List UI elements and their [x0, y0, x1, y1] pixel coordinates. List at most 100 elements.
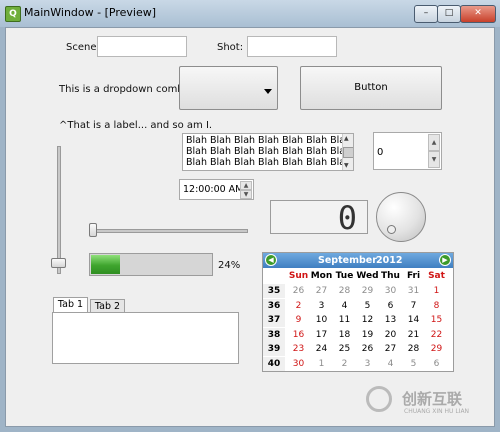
calendar-day[interactable]: 5: [356, 299, 379, 313]
calendar-day[interactable]: 4: [379, 357, 402, 371]
calendar-widget[interactable]: ◀ September 2012 ▶ Sun Mon Tue Wed Thu Fri Sat…: [262, 252, 454, 372]
dial[interactable]: [376, 192, 426, 242]
calendar-day[interactable]: 28: [333, 284, 356, 298]
calendar-day-header: Sat: [428, 271, 445, 281]
calendar-day-header: Fri: [406, 271, 421, 281]
tab-pane: [52, 312, 239, 364]
text-edit[interactable]: Blah Blah Blah Blah Blah Blah Blah Blah …: [182, 133, 354, 171]
watermark-subtext: CHUANG XIN HU LIAN: [404, 408, 470, 415]
calendar-day[interactable]: 31: [402, 284, 425, 298]
calendar-day[interactable]: 16: [287, 328, 310, 342]
time-down-arrow-icon[interactable]: ▼: [240, 190, 252, 199]
next-month-arrow-icon[interactable]: ▶: [439, 254, 451, 266]
calendar-week-number: 37: [263, 313, 285, 327]
calendar-week-number: 39: [263, 342, 285, 356]
scene-input[interactable]: [97, 36, 187, 57]
calendar-day[interactable]: 15: [425, 313, 448, 327]
calendar-day[interactable]: 18: [333, 328, 356, 342]
progress-text: 24%: [218, 260, 241, 271]
calendar-day[interactable]: 3: [356, 357, 379, 371]
calendar-day[interactable]: 27: [379, 342, 402, 356]
calendar-day[interactable]: 3: [310, 299, 333, 313]
previous-month-arrow-icon[interactable]: ◀: [265, 254, 277, 266]
text-line: Blah Blah Blah Blah Blah Blah Blah Blah: [186, 135, 353, 146]
calendar-day[interactable]: 6: [425, 357, 448, 371]
horizontal-slider-handle[interactable]: [89, 223, 97, 237]
calendar-day[interactable]: 6: [379, 299, 402, 313]
calendar-day[interactable]: 17: [310, 328, 333, 342]
calendar-day[interactable]: 30: [287, 357, 310, 371]
spinbox-value: 0: [377, 147, 384, 158]
calendar-year[interactable]: 2012: [376, 255, 402, 266]
calendar-day[interactable]: 2: [333, 357, 356, 371]
scene-label: Scene:: [66, 42, 100, 53]
qt-designer-icon: Q: [5, 6, 21, 22]
vertical-slider-handle[interactable]: [51, 258, 66, 268]
calendar-day-header: Tue: [335, 271, 354, 281]
time-value: 12:00:00 AM: [183, 184, 244, 195]
calendar-day[interactable]: 13: [379, 313, 402, 327]
window-title: MainWindow - [Preview]: [24, 6, 156, 19]
calendar-day-header: Thu: [381, 271, 400, 281]
maximize-button[interactable]: □: [437, 5, 461, 23]
lcd-value: 0: [337, 199, 357, 237]
calendar-day[interactable]: 12: [356, 313, 379, 327]
calendar-day[interactable]: 23: [287, 342, 310, 356]
shot-input[interactable]: [247, 36, 337, 57]
dropdown-combo[interactable]: [179, 66, 278, 110]
time-edit[interactable]: 12:00:00 AM ▲ ▼: [179, 179, 254, 200]
calendar-day[interactable]: 26: [356, 342, 379, 356]
calendar-day[interactable]: 19: [356, 328, 379, 342]
calendar-day[interactable]: 25: [333, 342, 356, 356]
calendar-day[interactable]: 27: [310, 284, 333, 298]
spin-up-arrow-icon[interactable]: ▲: [428, 134, 440, 151]
calendar-day[interactable]: 1: [310, 357, 333, 371]
calendar-day[interactable]: 4: [333, 299, 356, 313]
horizontal-slider-groove[interactable]: [90, 229, 248, 233]
calendar-day[interactable]: 21: [402, 328, 425, 342]
calendar-day[interactable]: 30: [379, 284, 402, 298]
vertical-slider-groove[interactable]: [57, 146, 61, 274]
tab-2[interactable]: Tab 2: [90, 299, 125, 313]
calendar-day[interactable]: 14: [402, 313, 425, 327]
calendar-week-number: 35: [263, 284, 285, 298]
calendar-day[interactable]: 24: [310, 342, 333, 356]
calendar-day[interactable]: 7: [402, 299, 425, 313]
calendar-day-header: Mon: [310, 271, 333, 281]
text-edit-scrollbar[interactable]: ▲ ▼: [342, 134, 353, 170]
text-line: Blah Blah Blah Blah Blah Blah Blah Blah: [186, 146, 353, 157]
text-line: Blah Blah Blah Blah Blah Blah Blah Blah: [186, 157, 353, 168]
progress-fill: [91, 255, 120, 274]
scroll-down-arrow-icon[interactable]: ▼: [344, 162, 349, 169]
calendar-day[interactable]: 10: [310, 313, 333, 327]
calendar-day[interactable]: 29: [425, 342, 448, 356]
shot-label: Shot:: [217, 42, 244, 53]
time-up-arrow-icon[interactable]: ▲: [240, 181, 252, 190]
scroll-up-arrow-icon[interactable]: ▲: [344, 135, 349, 142]
calendar-week-number: 36: [263, 298, 285, 313]
calendar-day[interactable]: 20: [379, 328, 402, 342]
close-button[interactable]: ✕: [460, 5, 496, 23]
scroll-thumb[interactable]: [343, 147, 353, 158]
calendar-day[interactable]: 22: [425, 328, 448, 342]
progress-bar: [89, 253, 213, 276]
calendar-day[interactable]: 11: [333, 313, 356, 327]
calendar-month[interactable]: September: [318, 255, 377, 266]
spinbox[interactable]: 0 ▲ ▼: [373, 132, 442, 170]
tab-1[interactable]: Tab 1: [53, 297, 88, 313]
calendar-navigation-bar: ◀ September 2012 ▶: [263, 253, 453, 268]
spin-down-arrow-icon[interactable]: ▼: [428, 151, 440, 168]
lcd-number: 0: [270, 199, 368, 237]
calendar-day[interactable]: 1: [425, 284, 448, 298]
caption-label: ^That is a label... and so am I.: [59, 120, 213, 131]
calendar-day[interactable]: 26: [287, 284, 310, 298]
chevron-down-icon: [264, 89, 272, 94]
minimize-button[interactable]: –: [414, 5, 438, 23]
push-button[interactable]: Button: [300, 66, 442, 110]
calendar-day[interactable]: 29: [356, 284, 379, 298]
calendar-day[interactable]: 8: [425, 299, 448, 313]
calendar-day[interactable]: 5: [402, 357, 425, 371]
calendar-day[interactable]: 28: [402, 342, 425, 356]
calendar-day[interactable]: 2: [287, 299, 310, 313]
calendar-day[interactable]: 9: [287, 313, 310, 327]
